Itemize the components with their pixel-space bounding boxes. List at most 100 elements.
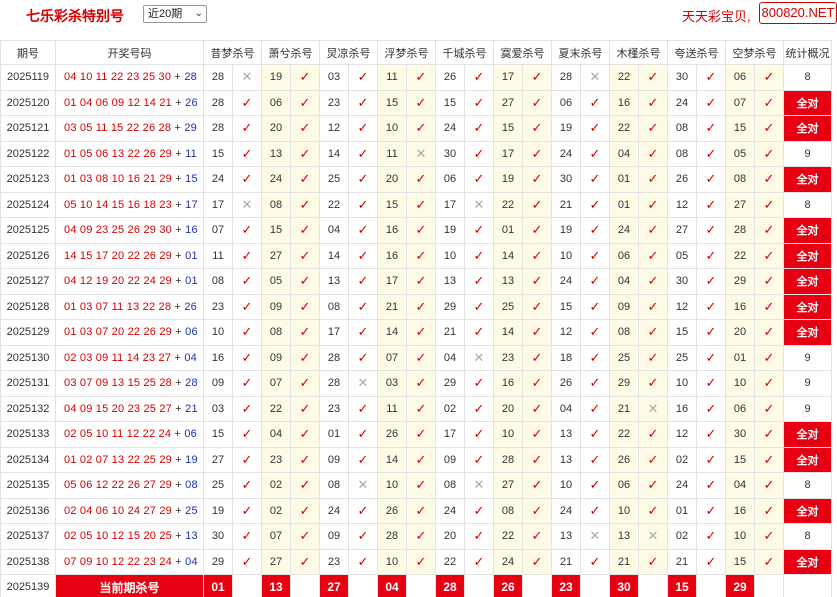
kill-number-cell: 08: [725, 166, 755, 193]
table-row: 2025125 04 09 23 25 26 29 30 + 16 07 ✓ 15 ✓ 04…: [0, 217, 832, 244]
table-row: 2025126 14 15 17 20 22 26 29 + 01 11 ✓ 27 ✓ 14…: [0, 242, 832, 269]
check-icon: ✓: [464, 548, 494, 575]
check-icon: ✓: [696, 242, 726, 269]
kill-number-cell: 01: [725, 344, 755, 371]
kill-number-cell: 10: [377, 472, 407, 499]
current-kill-number: 23: [551, 574, 581, 597]
check-icon: ✓: [464, 64, 494, 91]
check-icon: ✓: [754, 166, 784, 193]
check-icon: ✓: [522, 319, 552, 346]
check-icon: ✓: [406, 293, 436, 320]
kill-number-cell: 30: [667, 268, 697, 295]
plus-sign: +: [171, 504, 186, 517]
column-header: 萧兮杀号: [261, 40, 320, 65]
brand-site-link[interactable]: 800820.NET: [759, 2, 837, 24]
kill-number-cell: 07: [261, 523, 291, 550]
period-range-select[interactable]: 近20期 ⌄: [143, 5, 207, 23]
plus-sign: +: [171, 173, 186, 186]
check-icon: ✓: [580, 472, 610, 499]
check-icon: ✓: [696, 191, 726, 218]
kill-number-cell: 30: [725, 421, 755, 448]
check-icon: ✓: [696, 472, 726, 499]
kill-number-cell: 01: [667, 497, 697, 524]
check-icon: ✓: [464, 115, 494, 142]
special-number: 01: [185, 275, 198, 288]
kill-number-cell: 01: [609, 166, 639, 193]
check-icon: ✓: [290, 242, 320, 269]
check-icon: ✓: [464, 242, 494, 269]
special-number: 29: [184, 122, 197, 135]
check-icon: ✓: [522, 293, 552, 320]
check-icon: ✓: [580, 497, 610, 524]
kill-number-cell: 25: [493, 293, 523, 320]
kill-number-cell: 04: [609, 140, 639, 167]
kill-number-cell: 20: [493, 395, 523, 422]
check-icon: ✓: [232, 115, 262, 142]
kill-number-cell: 29: [435, 293, 465, 320]
kill-number-cell: 10: [725, 523, 755, 550]
check-icon: ✓: [638, 268, 668, 295]
kill-number-cell: 03: [203, 395, 233, 422]
plus-sign: +: [171, 555, 186, 568]
kill-number-cell: 04: [261, 421, 291, 448]
kill-number-cell: 02: [667, 446, 697, 473]
draw-numbers: 04 09 23 25 26 29 30: [64, 224, 172, 237]
table-row: 2025124 05 10 14 15 16 18 23 + 17 17 ✕ 08 ✓ 22…: [0, 191, 832, 218]
kill-number-cell: 23: [493, 344, 523, 371]
period-cell: 2025131: [0, 370, 56, 397]
kill-number-cell: 29: [435, 370, 465, 397]
check-icon: ✓: [522, 166, 552, 193]
check-icon: ✓: [232, 89, 262, 116]
table-row: 2025129 01 03 07 20 22 26 29 + 06 10 ✓ 08 ✓ 17…: [0, 319, 832, 346]
check-icon: ✓: [522, 497, 552, 524]
page-title: 七乐彩杀特别号: [26, 8, 124, 24]
check-icon: ✓: [754, 319, 784, 346]
check-icon: ✓: [406, 472, 436, 499]
draw-numbers: 01 03 07 20 22 26 29: [64, 326, 172, 339]
column-header: 统计概况: [783, 40, 832, 65]
check-icon: ✓: [638, 497, 668, 524]
check-icon: ✓: [348, 217, 378, 244]
check-icon: ✓: [754, 293, 784, 320]
kill-number-cell: 30: [667, 64, 697, 91]
kill-number-cell: 19: [551, 217, 581, 244]
check-icon: ✓: [696, 268, 726, 295]
kill-number-cell: 26: [667, 166, 697, 193]
kill-number-cell: 15: [667, 319, 697, 346]
draw-numbers: 04 12 19 20 22 24 29: [64, 275, 172, 288]
kill-number-cell: 15: [377, 191, 407, 218]
plus-sign: +: [171, 300, 185, 313]
check-icon: ✓: [406, 89, 436, 116]
kill-number-cell: 30: [551, 166, 581, 193]
kill-number-cell: 24: [667, 472, 697, 499]
check-icon: ✓: [638, 217, 668, 244]
kill-number-cell: 14: [493, 319, 523, 346]
kill-number-cell: 08: [261, 191, 291, 218]
check-icon: ✓: [522, 344, 552, 371]
special-number: 06: [184, 428, 197, 441]
check-icon: ✓: [232, 497, 262, 524]
kill-number-cell: 28: [493, 446, 523, 473]
check-icon: ✓: [522, 421, 552, 448]
table-row: 2025137 02 05 10 12 15 20 25 + 13 30 ✓ 07 ✓ 09…: [0, 523, 832, 550]
period-cell: 2025136: [0, 497, 56, 524]
check-icon: ✓: [696, 370, 726, 397]
period-cell: 2025123: [0, 166, 56, 193]
kill-number-cell: 15: [203, 140, 233, 167]
check-icon: ✓: [232, 472, 262, 499]
table-row: 2025138 07 09 10 12 22 23 24 + 04 29 ✓ 27 ✓ 23…: [0, 548, 832, 575]
kill-number-cell: 08: [667, 115, 697, 142]
check-icon: ✓: [348, 191, 378, 218]
kill-number-cell: 10: [725, 370, 755, 397]
draw-numbers: 01 03 07 11 13 22 28: [64, 300, 172, 313]
check-icon: ✓: [232, 421, 262, 448]
period-cell: 2025121: [0, 115, 56, 142]
kill-number-cell: 28: [725, 217, 755, 244]
empty-cell: [232, 574, 262, 597]
check-icon: ✓: [638, 344, 668, 371]
draw-numbers-cell: 02 05 10 12 15 20 25 + 13: [55, 523, 204, 550]
check-icon: ✓: [754, 421, 784, 448]
kill-number-cell: 08: [203, 268, 233, 295]
all-correct-badge: 全对: [783, 268, 832, 295]
all-correct-badge: 全对: [783, 166, 832, 193]
